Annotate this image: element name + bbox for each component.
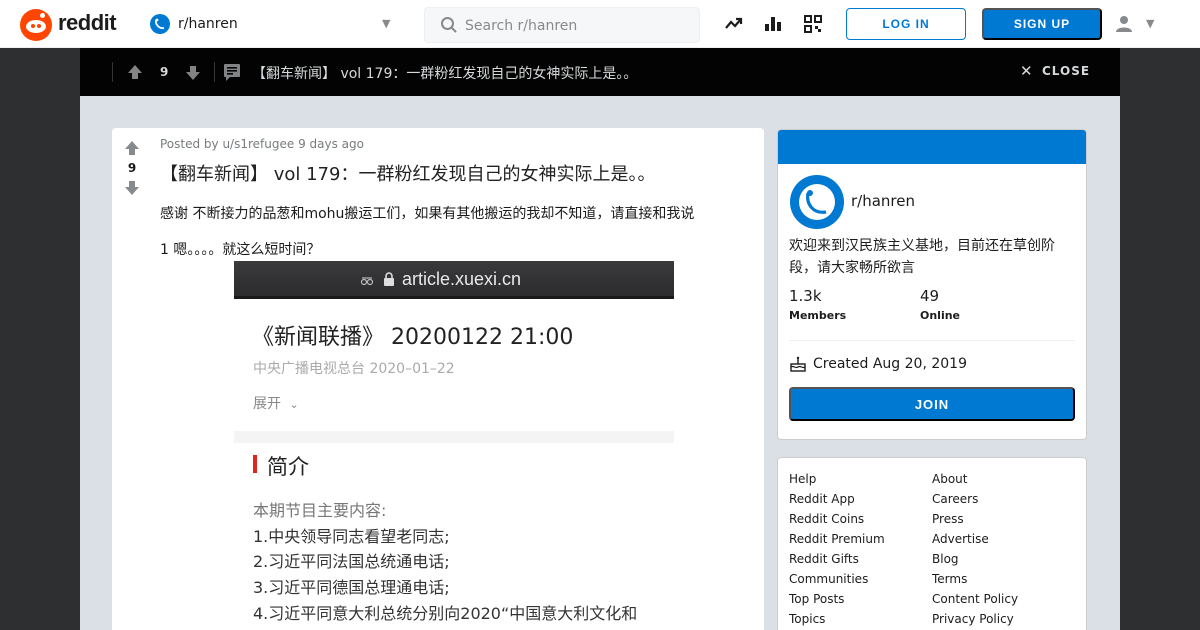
post-body-line: 感谢 不断接力的品葱和mohu搬运工们，如果有其他搬运的我却不知道，请直接和我说 xyxy=(160,206,695,222)
divider xyxy=(789,340,1075,341)
footer-link[interactable]: Reddit Premium xyxy=(789,532,885,546)
footer-link[interactable]: Reddit Gifts xyxy=(789,552,859,566)
comment-icon xyxy=(224,64,240,81)
reddit-wordmark[interactable]: reddit xyxy=(58,10,117,36)
reddit-logo-icon[interactable] xyxy=(20,9,52,41)
created-date: Created Aug 20, 2019 xyxy=(813,356,967,372)
upvote-icon[interactable] xyxy=(124,140,140,156)
search-icon xyxy=(441,17,457,33)
members-count: 1.3k xyxy=(789,287,822,305)
footer-link[interactable]: Top Posts xyxy=(789,592,844,606)
qr-code-icon[interactable] xyxy=(802,13,824,35)
vote-count: 9 xyxy=(160,65,169,79)
vote-column: 9 xyxy=(112,128,152,630)
lock-icon xyxy=(384,272,394,286)
chevron-down-icon: ▼ xyxy=(382,17,391,30)
footer-links-card: Help Reddit App Reddit Coins Reddit Prem… xyxy=(777,457,1087,630)
close-button[interactable]: ✕ CLOSE xyxy=(1020,62,1110,82)
search-input[interactable] xyxy=(465,16,685,36)
signup-button[interactable]: SIGN UP xyxy=(982,8,1102,40)
footer-link[interactable]: About xyxy=(932,472,967,486)
top-header: reddit r/hanren ▼ LOG IN SIGN UP ▼ xyxy=(0,0,1200,48)
divider xyxy=(214,62,215,82)
image-text-line: 4.习近平同意大利总统分别向2020“中国意大利文化和 xyxy=(253,604,638,623)
community-name[interactable]: r/hanren xyxy=(851,192,915,210)
online-label: Online xyxy=(920,309,961,322)
reader-icon xyxy=(360,277,374,286)
postbar-title: 【翻车新闻】 vol 179：一群粉红发现自己的女神实际上是。。 xyxy=(252,66,638,82)
subreddit-switcher[interactable]: r/hanren ▼ xyxy=(148,8,400,40)
downvote-icon[interactable] xyxy=(124,180,140,196)
community-description: 欢迎来到汉民族主义基地，目前还在草创阶段，请大家畅所欲言 xyxy=(789,238,1055,276)
image-url: article.xuexi.cn xyxy=(402,269,522,289)
footer-link[interactable]: Communities xyxy=(789,572,868,586)
close-label: CLOSE xyxy=(1042,64,1091,78)
user-menu[interactable]: ▼ xyxy=(1112,12,1162,36)
search-box[interactable] xyxy=(424,7,700,43)
image-expand: 展开 ⌄ xyxy=(253,393,299,413)
subreddit-name: r/hanren xyxy=(178,16,238,32)
chevron-down-icon: ▼ xyxy=(1146,17,1155,30)
divider xyxy=(234,431,674,443)
post-top-bar: 9 【翻车新闻】 vol 179：一群粉红发现自己的女神实际上是。。 ✕ CLO… xyxy=(80,48,1120,96)
post-title: 【翻车新闻】 vol 179：一群粉红发现自己的女神实际上是。。 xyxy=(160,164,656,185)
image-source: 中央广播电视总台 2020–01–22 xyxy=(253,361,455,377)
join-button[interactable]: JOIN xyxy=(789,387,1075,421)
stats-icon[interactable] xyxy=(762,13,784,35)
community-banner xyxy=(778,130,1086,164)
login-button[interactable]: LOG IN xyxy=(846,8,966,40)
user-icon xyxy=(1116,16,1132,32)
footer-link[interactable]: Reddit Coins xyxy=(789,512,864,526)
image-expand-label: 展开 xyxy=(253,396,281,412)
subreddit-icon xyxy=(150,14,170,34)
image-text-line: 3.习近平同德国总理通电话; xyxy=(253,578,450,597)
footer-link[interactable]: Terms xyxy=(932,572,967,586)
trending-icon[interactable] xyxy=(723,13,745,35)
downvote-icon[interactable] xyxy=(185,65,201,81)
footer-link[interactable]: Careers xyxy=(932,492,978,506)
footer-link[interactable]: Press xyxy=(932,512,964,526)
section-marker xyxy=(253,455,257,473)
footer-link[interactable]: Reddit App xyxy=(789,492,855,506)
chevron-down-icon: ⌄ xyxy=(289,398,299,411)
post-meta: Posted by u/s1refugee 9 days ago xyxy=(160,137,364,151)
image-text-line: 本期节目主要内容: xyxy=(253,501,387,520)
footer-link[interactable]: Content Policy xyxy=(932,592,1018,606)
about-community-card: r/hanren 欢迎来到汉民族主义基地，目前还在草创阶段，请大家畅所欲言 1.… xyxy=(777,129,1087,440)
vote-count: 9 xyxy=(127,161,137,175)
image-heading: 《新闻联播》 20200122 21:00 xyxy=(252,325,574,350)
post-card: 9 Posted by u/s1refugee 9 days ago 【翻车新闻… xyxy=(112,128,764,630)
footer-link[interactable]: Blog xyxy=(932,552,959,566)
online-count: 49 xyxy=(920,287,940,305)
community-avatar[interactable] xyxy=(790,175,844,229)
upvote-icon[interactable] xyxy=(127,64,143,80)
image-text-line: 2.习近平同法国总统通电话; xyxy=(253,552,450,571)
image-section-title: 简介 xyxy=(267,455,309,479)
post-image[interactable]: article.xuexi.cn 《新闻联播》 20200122 21:00 中… xyxy=(234,261,674,630)
divider xyxy=(112,62,113,82)
close-icon: ✕ xyxy=(1020,62,1034,80)
footer-link[interactable]: Advertise xyxy=(932,532,989,546)
image-url-bar: article.xuexi.cn xyxy=(234,261,674,299)
post-body-line: 1 嗯。。。。就这么短时间？ xyxy=(160,242,321,258)
cake-icon xyxy=(790,356,806,372)
members-label: Members xyxy=(789,309,847,322)
footer-link[interactable]: Help xyxy=(789,472,816,486)
footer-link[interactable]: Topics xyxy=(789,612,825,626)
image-text-line: 1.中央领导同志看望老同志; xyxy=(253,527,450,546)
footer-link[interactable]: Privacy Policy xyxy=(932,612,1014,626)
